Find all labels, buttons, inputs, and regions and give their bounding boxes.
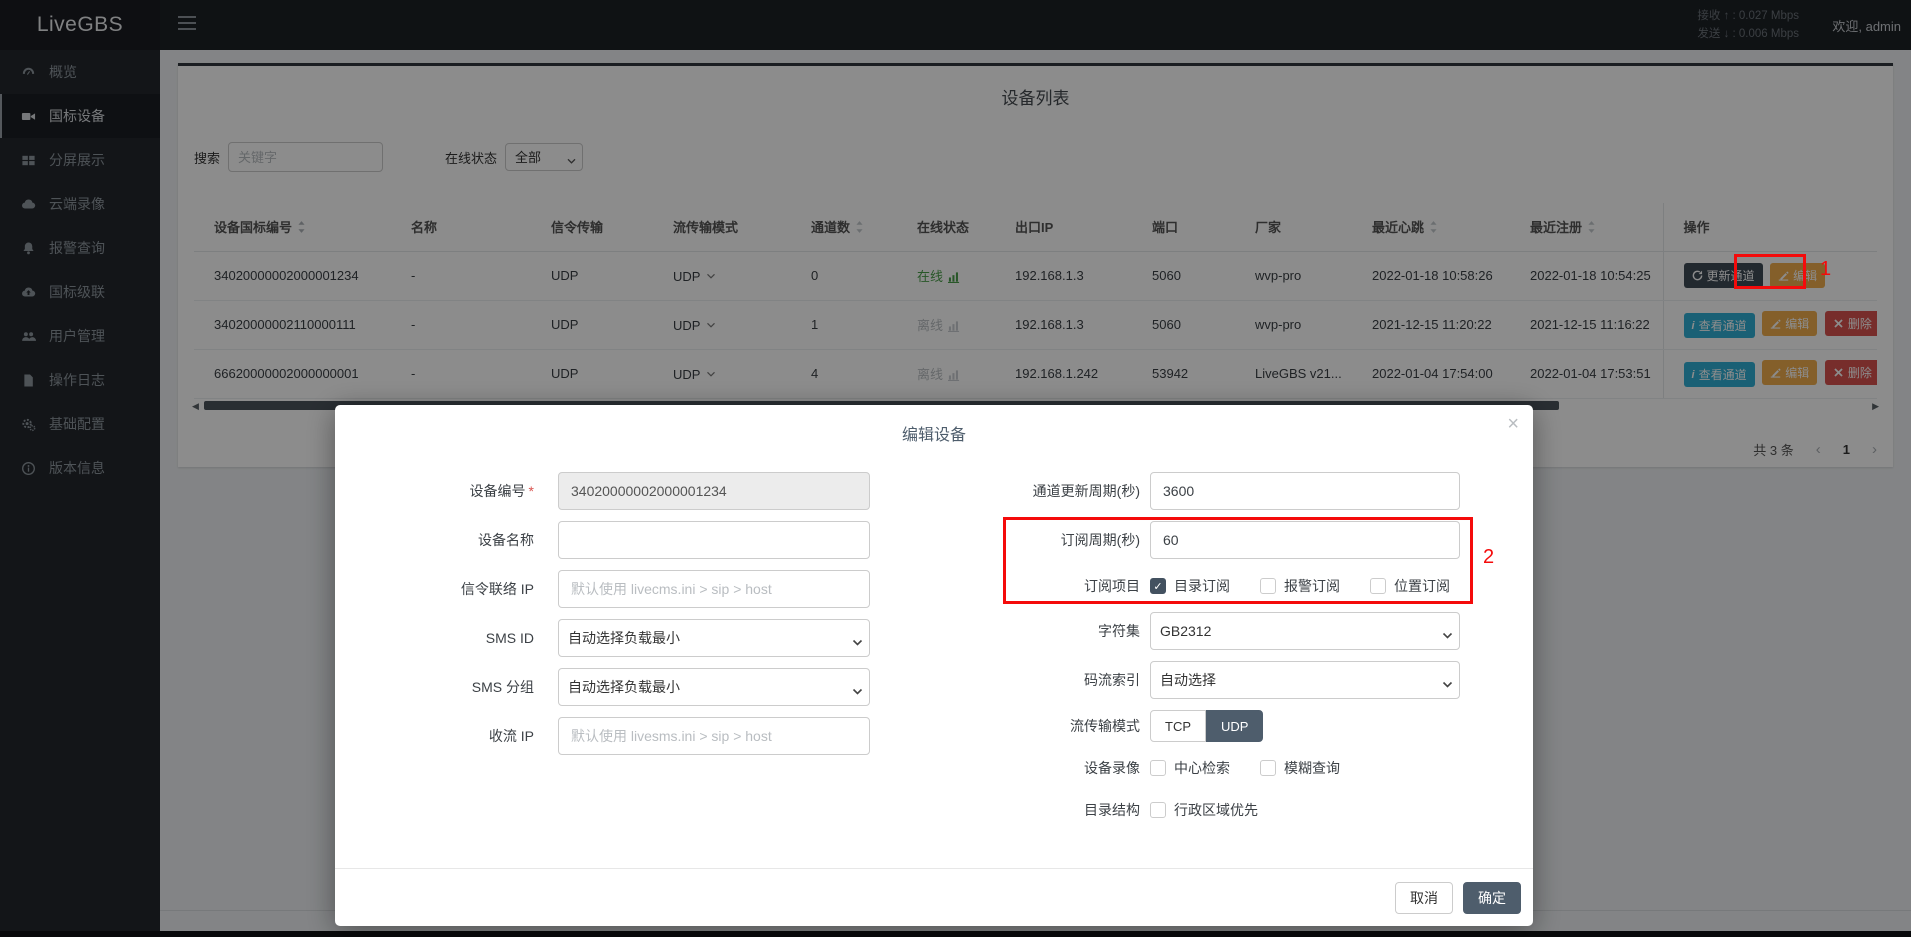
edit-device-modal: 编辑设备 × 设备编号* 设备名称 信令联络 IP SMS ID 自动选择负载最… <box>335 405 1533 926</box>
form-row-stream-index: 码流索引 自动选择 <box>963 660 1493 700</box>
form-row-charset: 字符集 GB2312 <box>963 611 1493 651</box>
dir-structure-label: 目录结构 <box>963 800 1140 820</box>
stream-mode-label: 流传输模式 <box>963 716 1140 736</box>
recv-ip-field[interactable] <box>558 717 870 755</box>
form-row-device-id: 设备编号* <box>383 471 893 511</box>
form-row-sms-group: SMS 分组 自动选择负载最小 <box>383 667 893 707</box>
signal-ip-field[interactable] <box>558 570 870 608</box>
subscribe-period-label: 订阅周期(秒) <box>963 530 1140 550</box>
sms-group-label: SMS 分组 <box>383 677 534 697</box>
channel-refresh-label: 通道更新周期(秒) <box>963 481 1140 501</box>
modal-form-right: 通道更新周期(秒) 订阅周期(秒) 订阅项目 ✓目录订阅 报警订阅 位置订阅 字… <box>963 471 1493 835</box>
center-search-checkbox[interactable] <box>1150 760 1166 776</box>
recv-ip-label: 收流 IP <box>383 726 534 746</box>
form-row-device-record: 设备录像 中心检索 模糊查询 <box>963 751 1493 785</box>
ok-button[interactable]: 确定 <box>1463 882 1521 914</box>
fuzzy-query-checkbox[interactable] <box>1260 760 1276 776</box>
modal-title: 编辑设备 <box>335 405 1533 445</box>
stream-index-label: 码流索引 <box>963 670 1140 690</box>
charset-select[interactable]: GB2312 <box>1150 612 1460 650</box>
channel-refresh-field[interactable] <box>1150 472 1460 510</box>
form-row-stream-mode: 流传输模式 TCP UDP <box>963 709 1493 743</box>
device-id-field <box>558 472 870 510</box>
required-asterisk: * <box>529 483 534 499</box>
device-name-field[interactable] <box>558 521 870 559</box>
close-icon[interactable]: × <box>1507 413 1519 436</box>
tcp-toggle-button[interactable]: TCP <box>1150 710 1206 742</box>
modal-form-left: 设备编号* 设备名称 信令联络 IP SMS ID 自动选择负载最小 SMS 分… <box>383 471 893 765</box>
form-row-subscribe-items: 订阅项目 ✓目录订阅 报警订阅 位置订阅 <box>963 569 1493 603</box>
form-row-recv-ip: 收流 IP <box>383 716 893 756</box>
form-row-signal-ip: 信令联络 IP <box>383 569 893 609</box>
udp-toggle-button[interactable]: UDP <box>1206 710 1263 742</box>
form-row-sms-id: SMS ID 自动选择负载最小 <box>383 618 893 658</box>
device-id-label: 设备编号* <box>383 481 534 501</box>
subscribe-items-label: 订阅项目 <box>963 576 1140 596</box>
subscribe-period-field[interactable] <box>1150 521 1460 559</box>
stream-index-select[interactable]: 自动选择 <box>1150 661 1460 699</box>
form-row-device-name: 设备名称 <box>383 520 893 560</box>
charset-label: 字符集 <box>963 621 1140 641</box>
form-row-channel-refresh: 通道更新周期(秒) <box>963 471 1493 511</box>
sms-id-label: SMS ID <box>383 630 534 646</box>
sms-group-select[interactable]: 自动选择负载最小 <box>558 668 870 706</box>
position-subscribe-checkbox[interactable] <box>1370 578 1386 594</box>
form-row-subscribe-period: 订阅周期(秒) <box>963 520 1493 560</box>
signal-ip-label: 信令联络 IP <box>383 579 534 599</box>
sms-id-select[interactable]: 自动选择负载最小 <box>558 619 870 657</box>
form-row-dir-structure: 目录结构 行政区域优先 <box>963 793 1493 827</box>
device-record-label: 设备录像 <box>963 758 1140 778</box>
modal-footer: 取消 确定 <box>335 868 1533 926</box>
catalog-subscribe-checkbox[interactable]: ✓ <box>1150 578 1166 594</box>
device-name-label: 设备名称 <box>383 530 534 550</box>
admin-region-priority-checkbox[interactable] <box>1150 802 1166 818</box>
alarm-subscribe-checkbox[interactable] <box>1260 578 1276 594</box>
cancel-button[interactable]: 取消 <box>1395 882 1453 914</box>
stream-mode-toggle: TCP UDP <box>1150 710 1460 742</box>
